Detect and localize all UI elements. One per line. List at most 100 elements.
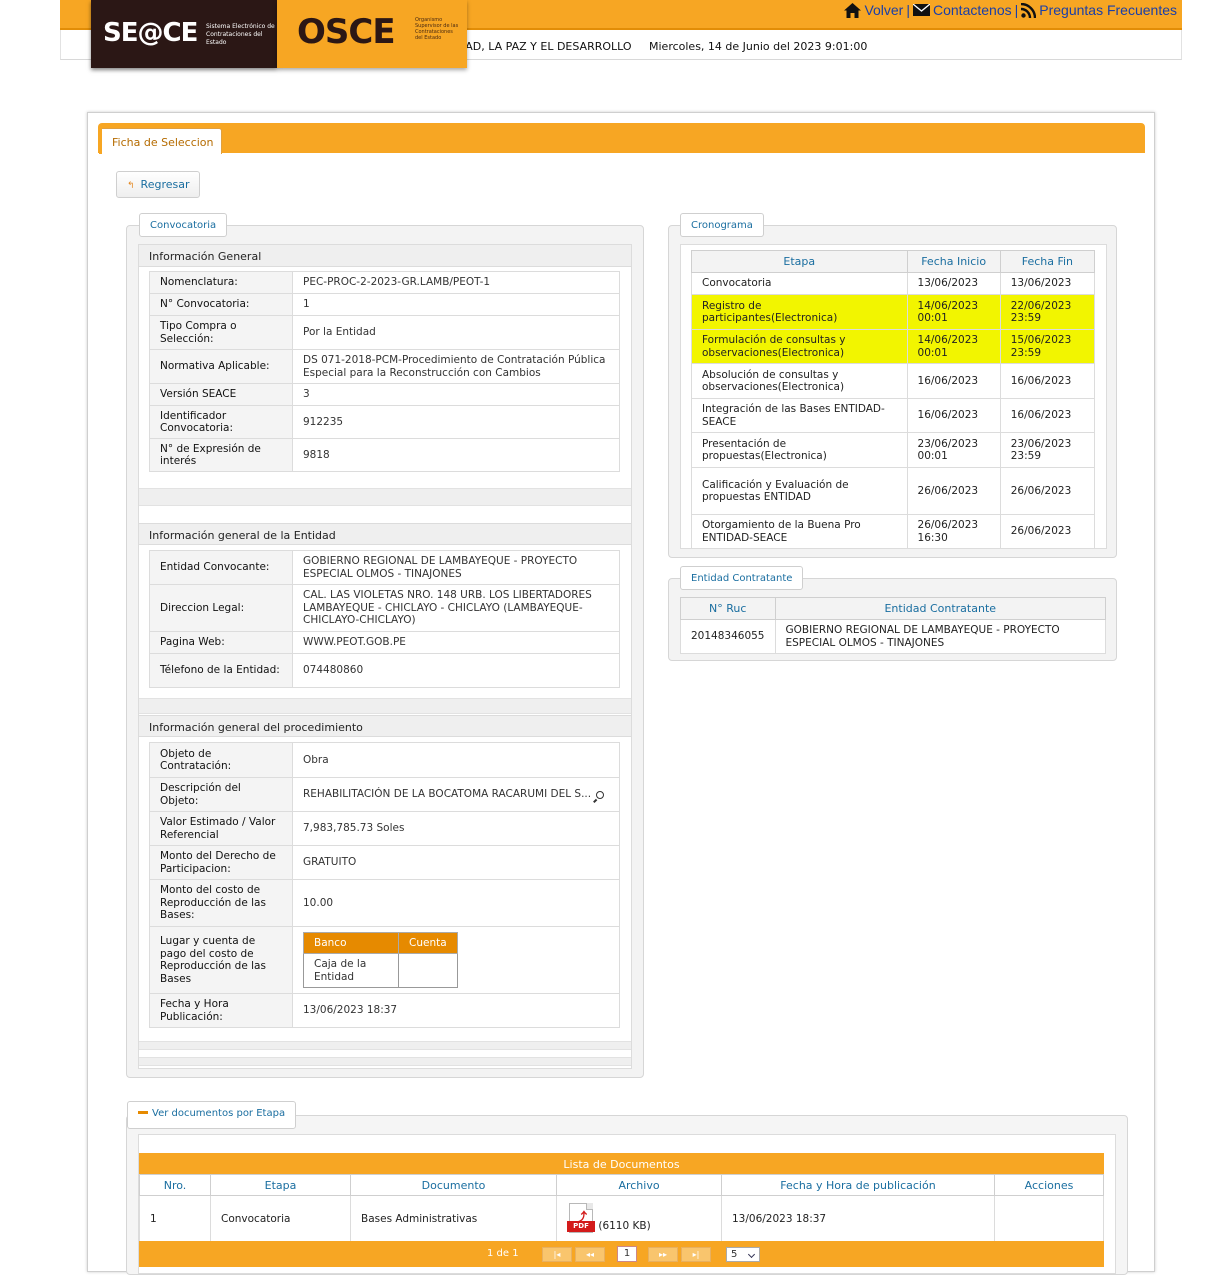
field-label: Nomenclatura: [149,271,293,294]
first-page-button[interactable]: |◂ [542,1247,572,1262]
table-row: 1 Convocatoria Bases Administrativas ⤴ P… [139,1195,1104,1242]
fin-cell: 15/06/2023 23:59 [999,329,1096,364]
table-row: Pagina Web: WWW.PEOT.GOB.PE [149,631,620,654]
field-label: Entidad Convocante: [149,550,293,585]
table-row: Formulación de consultas y observaciones… [691,329,1096,364]
seace-logo[interactable]: SE@CE Sistema Electrónico de Contratacio… [91,0,277,68]
fecha-publicacion-header: Fecha y Hora de publicación [721,1174,995,1196]
costo-reproduccion-value: 10.00 [292,879,620,927]
table-row: Télefono de la Entidad: 074480860 [149,653,620,688]
field-label: Monto del Derecho de Participacion: [149,845,293,880]
cronograma-inner: Etapa Fecha Inicio Fecha Fin Convocatori… [680,244,1107,549]
prev-page-button[interactable]: ◂◂ [575,1247,605,1262]
pago-table: Banco Cuenta Caja de la Entidad [303,932,458,988]
table-row: Lugar y cuenta de pago del costo de Repr… [149,926,620,994]
entidad-convocante-value: GOBIERNO REGIONAL DE LAMBAYEQUE - PROYEC… [292,550,620,585]
fecha-fin-header: Fecha Fin [999,250,1096,273]
fin-cell: 22/06/2023 23:59 [999,294,1096,330]
fin-cell: 16/06/2023 [999,398,1096,433]
ver-documentos-label: Ver documentos por Etapa [152,1108,286,1119]
table-row: Integración de las Bases ENTIDAD-SEACE 16… [691,398,1096,433]
contactenos-link-label: Contactenos [933,2,1012,18]
fin-cell: 16/06/2023 [999,363,1096,399]
section-divider [139,698,631,714]
seace-logo-text: SE@CE [103,18,198,48]
table-row: Otorgamiento de la Buena Pro ENTIDAD-SEA… [691,514,1096,549]
inicio-cell: 13/06/2023 [906,272,1001,295]
osce-logo-text: OSCE [297,12,396,52]
tab-ficha-seleccion[interactable]: Ficha de Seleccion [99,128,222,154]
entidad-contratante-panel: N° Ruc Entidad Contratante 20148346055 G… [668,578,1117,661]
table-row: Normativa Aplicable: DS 071-2018-PCM-Proc… [149,349,620,384]
archivo-size: (6110 KB) [598,1219,651,1232]
tab-bar [98,123,1145,153]
last-page-button[interactable]: ▸| [681,1247,711,1262]
inicio-cell: 26/06/2023 16:30 [906,514,1001,549]
table-row: Tipo Compra o Selección: Por la Entidad [149,315,620,350]
pagination-bar: 1 de 1 |◂ ◂◂ 1 ▸▸ ▸| 5 [139,1241,1104,1267]
etapa-cell: Calificación y Evaluación de propuestas … [691,467,908,515]
contactenos-link[interactable]: Contactenos [913,2,1012,18]
numero-convocatoria-value: 1 [292,293,620,316]
table-row: Monto del Derecho de Participacion: GRATU… [149,845,620,880]
magnifier-icon[interactable] [596,791,605,800]
table-row: Identificador Convocatoria: 912235 [149,405,620,439]
field-label: Descripción del Objeto: [149,777,293,812]
info-general-title: Información General [139,245,631,267]
table-row: Versión SEACE 3 [149,383,620,406]
archivo-cell: ⤴ PDF (6110 KB) [556,1195,722,1242]
direccion-legal-value: CAL. LAS VIOLETAS NRO. 148 URB. LOS LIBE… [292,584,620,632]
info-entidad-title: Información general de la Entidad [139,523,631,545]
field-label: Valor Estimado / Valor Referencial [149,811,293,846]
expresion-interes-value: 9818 [292,438,620,472]
inicio-cell: 16/06/2023 [906,363,1001,399]
table-row: Valor Estimado / Valor Referencial 7,983,… [149,811,620,846]
home-icon [844,2,862,18]
inicio-cell: 14/06/2023 00:01 [906,294,1001,330]
section-divider [139,488,631,506]
page-size-select[interactable]: 5 [726,1247,760,1262]
inicio-cell: 16/06/2023 [906,398,1001,433]
etapa-cell: Convocatoria [691,272,908,295]
convocatoria-legend: Convocatoria [139,213,228,237]
field-label: Objeto de Contratación: [149,742,293,778]
ruc-value: 20148346055 [680,619,776,654]
ruc-header: N° Ruc [680,597,776,620]
acciones-header: Acciones [994,1174,1104,1196]
fin-cell: 23/06/2023 23:59 [999,432,1096,468]
nro-header: Nro. [139,1174,211,1196]
identificador-value: 912235 [292,405,620,439]
current-page-button[interactable]: 1 [617,1246,637,1262]
version-seace-value: 3 [292,383,620,406]
documentos-table: Nro. Etapa Documento Archivo Fecha y Hor… [139,1174,1104,1242]
field-label: Identificador Convocatoria: [149,405,293,439]
entidad-contratante-legend: Entidad Contratante [680,566,804,590]
valor-estimado-value: 7,983,785.73 Soles [292,811,620,846]
inicio-cell: 14/06/2023 00:01 [906,329,1001,364]
table-row: Descripción del Objeto: REHABILITACIÓN DE… [149,777,620,812]
cronograma-panel: Etapa Fecha Inicio Fecha Fin Convocatori… [668,225,1117,558]
ver-documentos-toggle[interactable]: Ver documentos por Etapa [127,1101,297,1129]
table-row: N° de Expresión de interés 9818 [149,438,620,472]
regresar-button-label: Regresar [140,178,190,191]
osce-logo-tagline: Organismo Supervisor de las Contratacion… [415,17,459,41]
convocatoria-panel: Información General Nomenclatura: PEC-PRO… [126,225,644,1078]
entidad-header: Entidad Contratante [774,597,1106,620]
documento-header: Documento [350,1174,557,1196]
osce-logo[interactable]: OSCE Organismo Supervisor de las Contrat… [277,0,467,68]
field-label: Lugar y cuenta de pago del costo de Repr… [149,926,293,994]
field-label: N° de Expresión de interés [149,438,293,472]
next-page-button[interactable]: ▸▸ [648,1247,678,1262]
table-row: Monto del costo de Reproducción de las B… [149,879,620,927]
pdf-icon[interactable]: ⤴ PDF [567,1202,595,1235]
volver-link[interactable]: Volver [844,2,903,18]
mail-icon [913,4,930,16]
etapa-cell: Convocatoria [210,1195,351,1242]
fin-cell: 26/06/2023 [999,467,1096,515]
fecha-publicacion-value: 13/06/2023 18:37 [292,993,620,1028]
table-row: 20148346055 GOBIERNO REGIONAL DE LAMBAYE… [680,619,1106,654]
current-datetime: Miercoles, 14 de Junio del 2023 9:01:00 [649,40,868,53]
archivo-header: Archivo [556,1174,722,1196]
regresar-button[interactable]: ↰ Regresar [116,171,200,198]
preguntas-frecuentes-link[interactable]: Preguntas Frecuentes [1021,2,1177,18]
